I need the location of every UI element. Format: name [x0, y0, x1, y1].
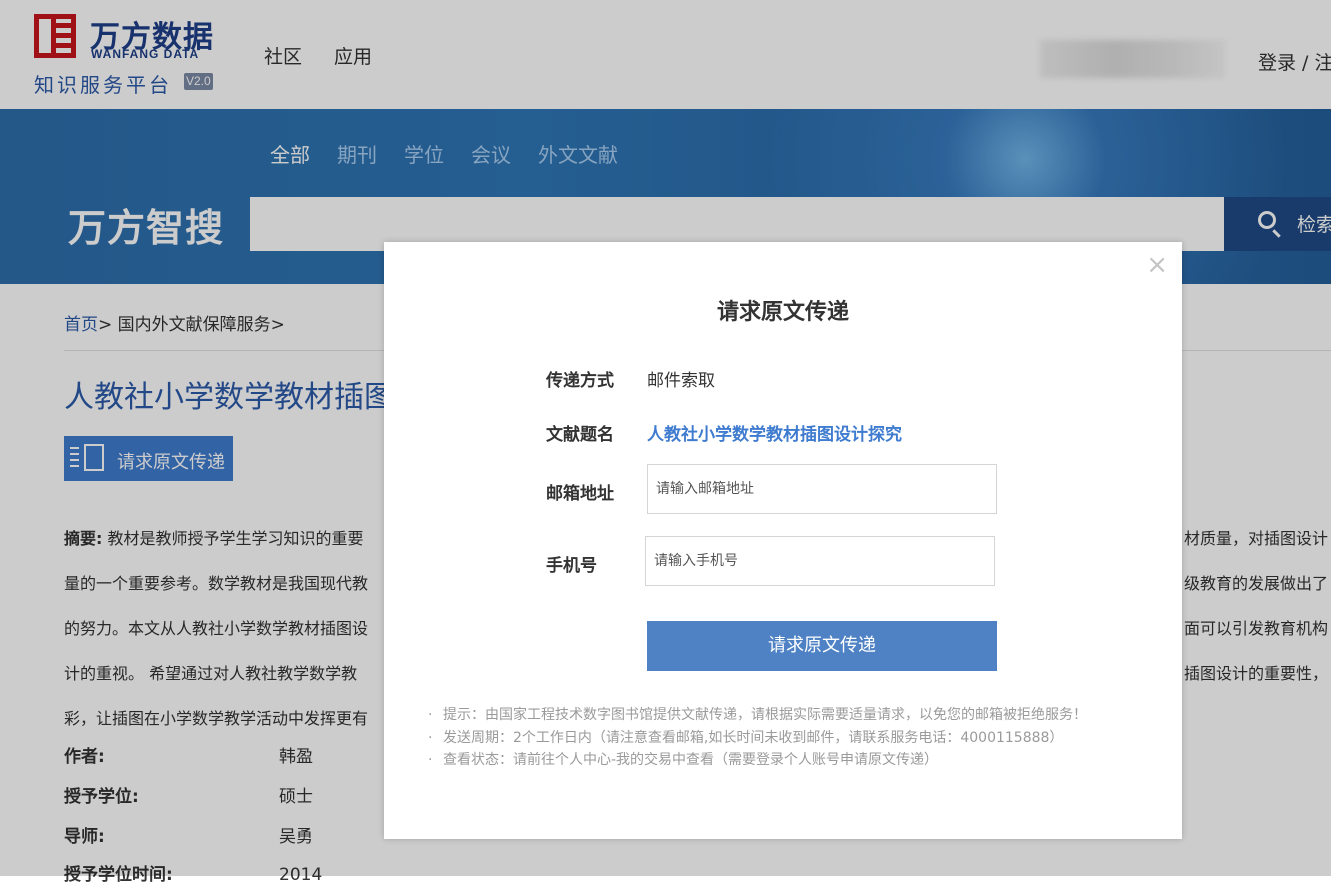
close-icon[interactable]: × — [1146, 252, 1168, 278]
tip-item: 提示：由国家工程技术数字图书馆提供文献传递，请根据实际需要适量请求，以免您的邮箱… — [428, 704, 1087, 727]
request-delivery-dialog: × 请求原文传递 传递方式 邮件索取 文献题名 人教社小学数学教材插图设计探究 … — [384, 242, 1182, 839]
phone-field[interactable] — [645, 536, 995, 586]
phone-label: 手机号 — [546, 556, 597, 576]
tip-item: 发送周期：2个工作日内（请注意查看邮箱,如长时间未收到邮件，请联系服务电话：40… — [428, 727, 1087, 750]
tip-item: 查看状态：请前往个人中心-我的交易中查看（需要登录个人账号申请原文传递） — [428, 749, 1087, 772]
delivery-method-value: 邮件索取 — [647, 371, 715, 391]
doc-title-value: 人教社小学数学教材插图设计探究 — [647, 425, 902, 445]
tips-list: 提示：由国家工程技术数字图书馆提供文献传递，请根据实际需要适量请求，以免您的邮箱… — [428, 704, 1087, 772]
email-field[interactable] — [647, 464, 997, 514]
delivery-method-label: 传递方式 — [546, 371, 614, 391]
email-label: 邮箱地址 — [546, 484, 614, 504]
submit-request-button[interactable]: 请求原文传递 — [647, 621, 997, 671]
dialog-title: 请求原文传递 — [716, 300, 849, 325]
doc-title-label: 文献题名 — [546, 425, 614, 445]
